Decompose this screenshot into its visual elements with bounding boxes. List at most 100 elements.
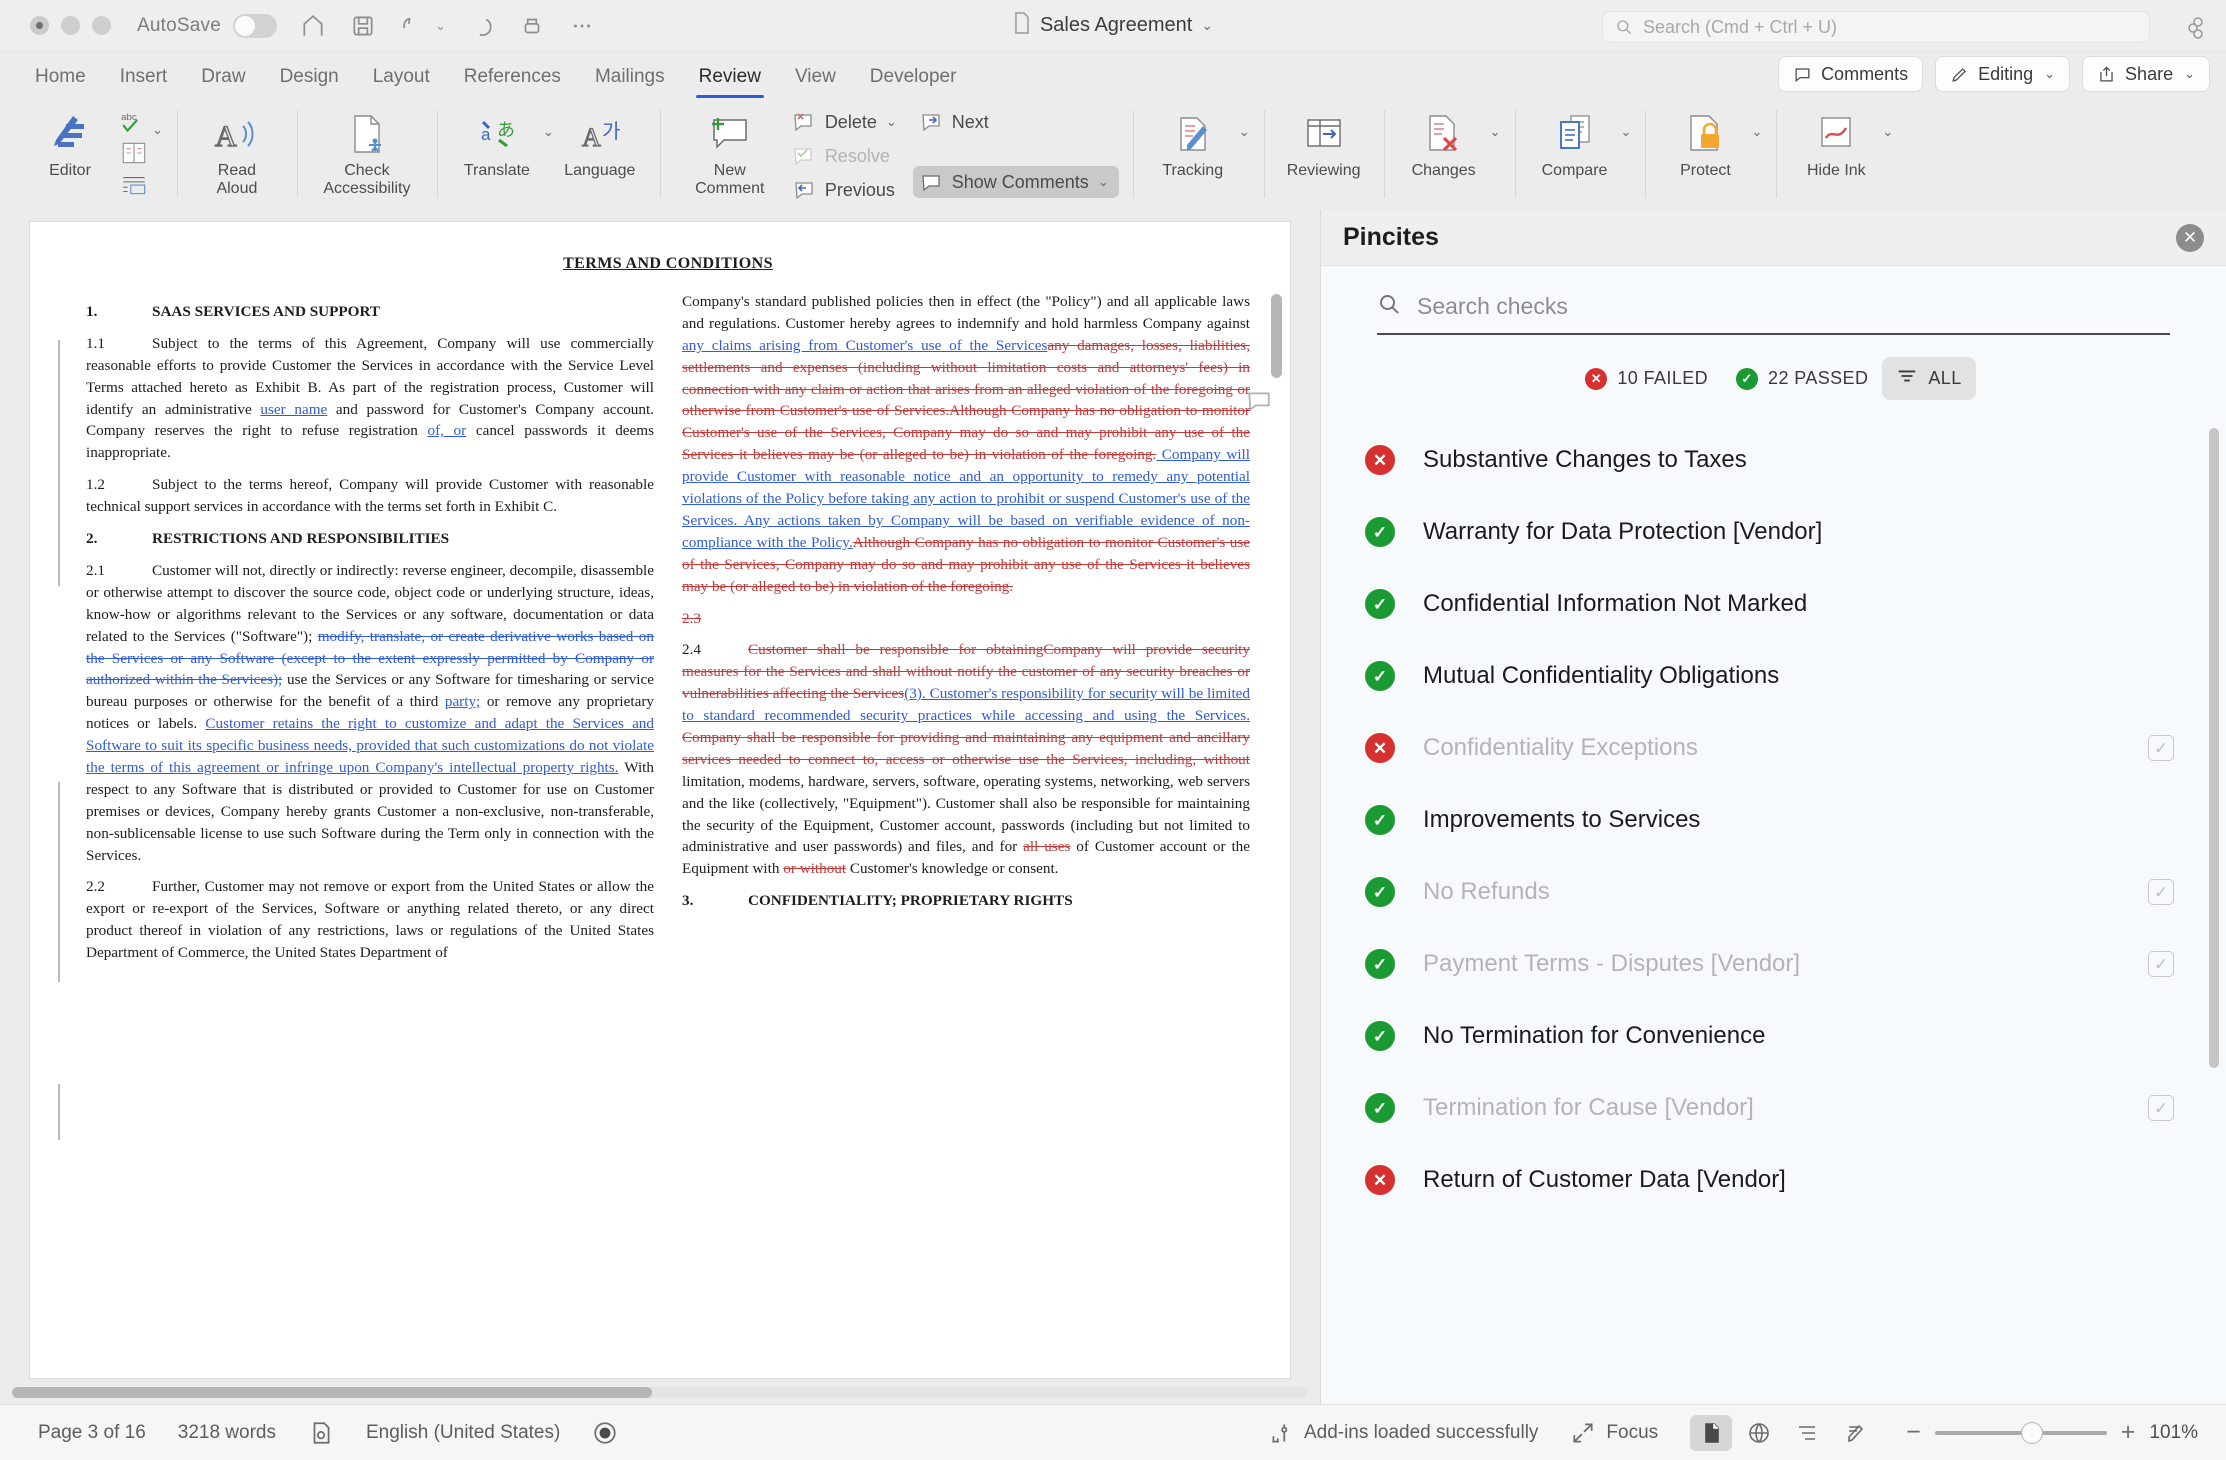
editor-button[interactable]: Editor (24, 102, 116, 180)
document-vertical-scrollbar[interactable] (1271, 294, 1282, 378)
translate-dropdown-caret[interactable]: ⌄ (543, 124, 554, 140)
hide-ink-dropdown-caret[interactable]: ⌄ (1882, 124, 1893, 140)
delete-dropdown-caret[interactable]: ⌄ (886, 114, 897, 130)
focus-button[interactable]: Focus (1554, 1420, 1674, 1446)
page-number-status[interactable]: Page 3 of 16 (22, 1422, 162, 1444)
protect-button[interactable]: Protect (1659, 102, 1751, 180)
check-accessibility-button[interactable]: Check Accessibility (311, 102, 423, 199)
tab-design[interactable]: Design (263, 66, 356, 98)
check-row[interactable]: ✓ No Refunds ✓ (1321, 856, 2226, 928)
print-icon[interactable] (518, 12, 546, 40)
check-reviewed-checkbox[interactable]: ✓ (2148, 879, 2174, 905)
comments-button[interactable]: Comments (1778, 56, 1924, 92)
resolve-comment-button[interactable]: Resolve (786, 140, 903, 172)
new-comment-button[interactable]: New Comment (674, 102, 786, 199)
tab-home[interactable]: Home (18, 66, 103, 98)
chevron-down-icon[interactable]: ⌄ (1201, 17, 1213, 34)
document-page[interactable]: TERMS AND CONDITIONS 1. SAAS SERVICES AN… (30, 222, 1290, 1378)
chevron-down-icon[interactable]: ⌄ (2044, 66, 2055, 82)
tracking-button[interactable]: Tracking (1147, 102, 1239, 180)
checks-list[interactable]: ✕ Substantive Changes to Taxes ✓ Warrant… (1321, 412, 2226, 1404)
tab-references[interactable]: References (447, 66, 578, 98)
document-text[interactable]: TERMS AND CONDITIONS 1. SAAS SERVICES AN… (86, 252, 1250, 1378)
document-horizontal-scrollbar[interactable] (12, 1387, 652, 1398)
filter-all[interactable]: ALL (1882, 357, 1976, 400)
check-row[interactable]: ✓ Payment Terms - Disputes [Vendor] ✓ (1321, 928, 2226, 1000)
show-comments-dropdown-caret[interactable]: ⌄ (1098, 174, 1109, 190)
tab-developer[interactable]: Developer (853, 66, 974, 98)
outline-view-icon[interactable] (1786, 1415, 1828, 1451)
check-reviewed-checkbox[interactable]: ✓ (2148, 1095, 2174, 1121)
zoom-in-button[interactable]: + (2121, 1420, 2136, 1445)
zoom-level[interactable]: 101% (2149, 1422, 2204, 1444)
word-count-status[interactable]: 3218 words (162, 1422, 292, 1444)
check-row[interactable]: ✓ No Termination for Convenience (1321, 1000, 2226, 1072)
chevron-down-icon[interactable]: ⌄ (2184, 66, 2195, 82)
document-title-area[interactable]: Sales Agreement ⌄ (1013, 12, 1213, 39)
changes-dropdown-caret[interactable]: ⌄ (1490, 124, 1501, 140)
language-status[interactable]: English (United States) (350, 1422, 576, 1444)
tab-insert[interactable]: Insert (103, 66, 185, 98)
check-row[interactable]: ✓ Improvements to Services (1321, 784, 2226, 856)
zoom-slider[interactable] (1934, 1421, 2107, 1444)
undo-dropdown-caret[interactable]: ⌄ (435, 18, 446, 34)
search-input[interactable]: Search (Cmd + Ctrl + U) (1602, 11, 2150, 43)
panel-vertical-scrollbar[interactable] (2209, 428, 2219, 1068)
check-reviewed-checkbox[interactable]: ✓ (2148, 951, 2174, 977)
more-icon[interactable] (568, 12, 596, 40)
filter-failed[interactable]: ✕ 10 FAILED (1571, 360, 1722, 398)
spelling-check-icon[interactable]: abc (116, 108, 152, 136)
next-comment-button[interactable]: Next (913, 106, 1119, 138)
web-layout-view-icon[interactable] (1738, 1415, 1780, 1451)
tab-review[interactable]: Review (682, 66, 778, 98)
proofing-status-icon[interactable] (292, 1420, 350, 1446)
reviewing-button[interactable]: Reviewing (1278, 102, 1370, 180)
check-row[interactable]: ✕ Return of Customer Data [Vendor] (1321, 1144, 2226, 1216)
document-title[interactable]: Sales Agreement (1040, 14, 1192, 37)
check-row[interactable]: ✓ Confidential Information Not Marked (1321, 568, 2226, 640)
previous-comment-button[interactable]: Previous (786, 174, 903, 206)
maximize-window-button[interactable] (92, 16, 111, 35)
word-count-icon[interactable] (116, 170, 152, 198)
check-row[interactable]: ✓ Mutual Confidentiality Obligations (1321, 640, 2226, 712)
tab-mailings[interactable]: Mailings (578, 66, 682, 98)
share-button[interactable]: Share ⌄ (2082, 56, 2210, 92)
ribbon-options-icon[interactable] (2180, 12, 2210, 42)
hide-ink-button[interactable]: Hide Ink (1790, 102, 1882, 180)
check-row[interactable]: ✕ Confidentiality Exceptions ✓ (1321, 712, 2226, 784)
zoom-control[interactable]: − + (1892, 1420, 2149, 1445)
checks-search[interactable]: Search checks (1321, 266, 2226, 335)
check-row[interactable]: ✕ Substantive Changes to Taxes (1321, 424, 2226, 496)
read-aloud-button[interactable]: A Read Aloud (191, 102, 283, 199)
print-layout-view-icon[interactable] (1690, 1414, 1733, 1451)
check-reviewed-checkbox[interactable]: ✓ (2148, 735, 2174, 761)
tracking-dropdown-caret[interactable]: ⌄ (1239, 124, 1250, 140)
compare-button[interactable]: Compare (1529, 102, 1621, 180)
home-icon[interactable] (299, 12, 327, 40)
filter-passed[interactable]: ✓ 22 PASSED (1722, 360, 1882, 398)
delete-comment-button[interactable]: Delete ⌄ (786, 106, 903, 138)
editor-dropdown-caret[interactable]: ⌄ (152, 122, 163, 138)
save-icon[interactable] (349, 12, 377, 40)
close-icon[interactable]: ✕ (2176, 223, 2204, 252)
window-controls[interactable] (30, 16, 111, 35)
check-row[interactable]: ✓ Warranty for Data Protection [Vendor] (1321, 496, 2226, 568)
tab-view[interactable]: View (778, 66, 853, 98)
draft-view-icon[interactable] (1834, 1415, 1876, 1451)
editing-button[interactable]: Editing ⌄ (1935, 56, 2071, 92)
minimize-window-button[interactable] (61, 16, 80, 35)
show-comments-button[interactable]: Show Comments ⌄ (912, 166, 1119, 198)
undo-icon[interactable] (399, 12, 427, 40)
thesaurus-icon[interactable] (116, 139, 152, 167)
compare-dropdown-caret[interactable]: ⌄ (1621, 124, 1632, 140)
document-canvas[interactable]: TERMS AND CONDITIONS 1. SAAS SERVICES AN… (0, 210, 1320, 1404)
tab-draw[interactable]: Draw (184, 66, 262, 98)
record-status-icon[interactable] (576, 1420, 634, 1446)
translate-button[interactable]: aあ Translate (451, 102, 543, 180)
redo-icon[interactable] (468, 12, 496, 40)
language-button[interactable]: A가 Language (554, 102, 646, 180)
zoom-out-button[interactable]: − (1906, 1420, 1921, 1445)
check-row[interactable]: ✓ Termination for Cause [Vendor] ✓ (1321, 1072, 2226, 1144)
tab-layout[interactable]: Layout (356, 66, 447, 98)
close-window-button[interactable] (30, 16, 49, 35)
